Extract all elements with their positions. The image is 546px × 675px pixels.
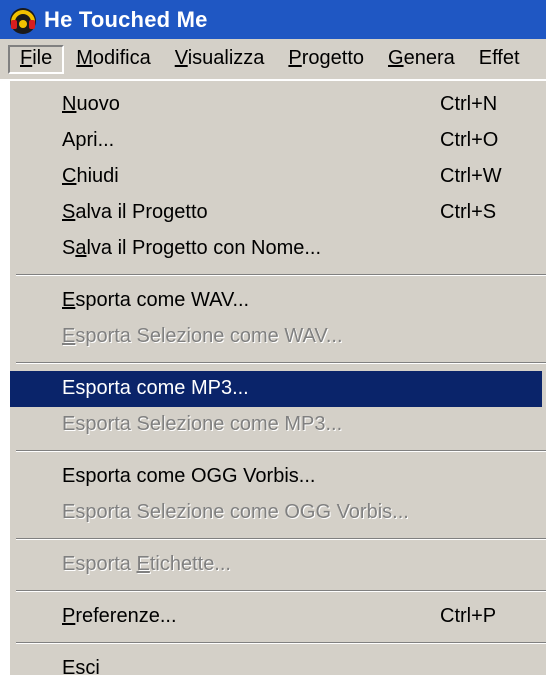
menu-item-esci[interactable]: Esci [10,651,546,675]
menu-item-label: Esporta Etichette... [62,553,231,575]
menu-item-label: Nuovo [62,93,120,115]
menu-item-label: Apri... [62,129,115,151]
menu-item-label: Salva il Progetto [62,201,208,223]
menu-separator [10,583,546,599]
menu-item-label: Esporta come OGG Vorbis... [62,465,316,487]
menu-item-esporta-wav[interactable]: Esporta come WAV... [10,283,546,319]
audacity-headphones-icon [10,7,36,34]
menu-separator [10,355,546,371]
menu-separator [10,267,546,283]
menu-item-esporta-selezione-wav: Esporta Selezione come WAV... [10,319,546,355]
menu-item-esporta-ogg[interactable]: Esporta come OGG Vorbis... [10,459,546,495]
menu-item-label: Esporta Selezione come MP3... [62,413,343,435]
menu-item-label: Esporta come WAV... [62,289,250,311]
menu-progetto[interactable]: Progetto [276,45,376,74]
menu-file[interactable]: File [8,44,65,74]
menu-visualizza[interactable]: Visualizza [163,45,277,74]
menu-separator [10,443,546,459]
menu-item-shortcut: Ctrl+P [440,605,497,627]
menu-item-label: Salva il Progetto con Nome... [62,237,322,259]
menu-item-esporta-etichette: Esporta Etichette... [10,547,546,583]
window-title: He Touched Me [44,6,208,32]
file-menu-dropdown: Nuovo Ctrl+N Apri... Ctrl+O Chiudi Ctrl+… [8,79,546,675]
menu-item-apri[interactable]: Apri... Ctrl+O [10,123,546,159]
menu-item-nuovo[interactable]: Nuovo Ctrl+N [10,87,546,123]
menu-item-label: Esporta come MP3... [62,377,249,399]
menu-item-chiudi[interactable]: Chiudi Ctrl+W [10,159,546,195]
menu-modifica[interactable]: Modifica [64,45,162,74]
menu-item-label: Esporta Selezione come OGG Vorbis... [62,501,409,523]
menu-separator [10,531,546,547]
menu-item-preferenze[interactable]: Preferenze... Ctrl+P [10,599,546,635]
menu-item-salva-progetto[interactable]: Salva il Progetto Ctrl+S [10,195,546,231]
menu-bar: File Modifica Visualizza Progetto Genera… [0,39,546,79]
menu-item-shortcut: Ctrl+S [440,201,497,223]
menu-genera[interactable]: Genera [376,45,467,74]
title-bar[interactable]: He Touched Me [0,0,546,39]
menu-item-esporta-selezione-ogg: Esporta Selezione come OGG Vorbis... [10,495,546,531]
menu-item-label: Esci [62,657,100,675]
menu-item-salva-con-nome[interactable]: Salva il Progetto con Nome... [10,231,546,267]
menu-separator [10,635,546,651]
menu-item-esporta-mp3[interactable]: Esporta come MP3... [10,371,542,407]
menu-item-shortcut: Ctrl+W [440,165,502,187]
menu-item-label: Esporta Selezione come WAV... [62,325,343,347]
menu-item-shortcut: Ctrl+N [440,93,498,115]
menu-item-label: Chiudi [62,165,119,187]
menu-item-shortcut: Ctrl+O [440,129,499,151]
menu-effetti[interactable]: Effet [467,45,532,74]
menu-item-esporta-selezione-mp3: Esporta Selezione come MP3... [10,407,546,443]
menu-item-label: Preferenze... [62,605,177,627]
